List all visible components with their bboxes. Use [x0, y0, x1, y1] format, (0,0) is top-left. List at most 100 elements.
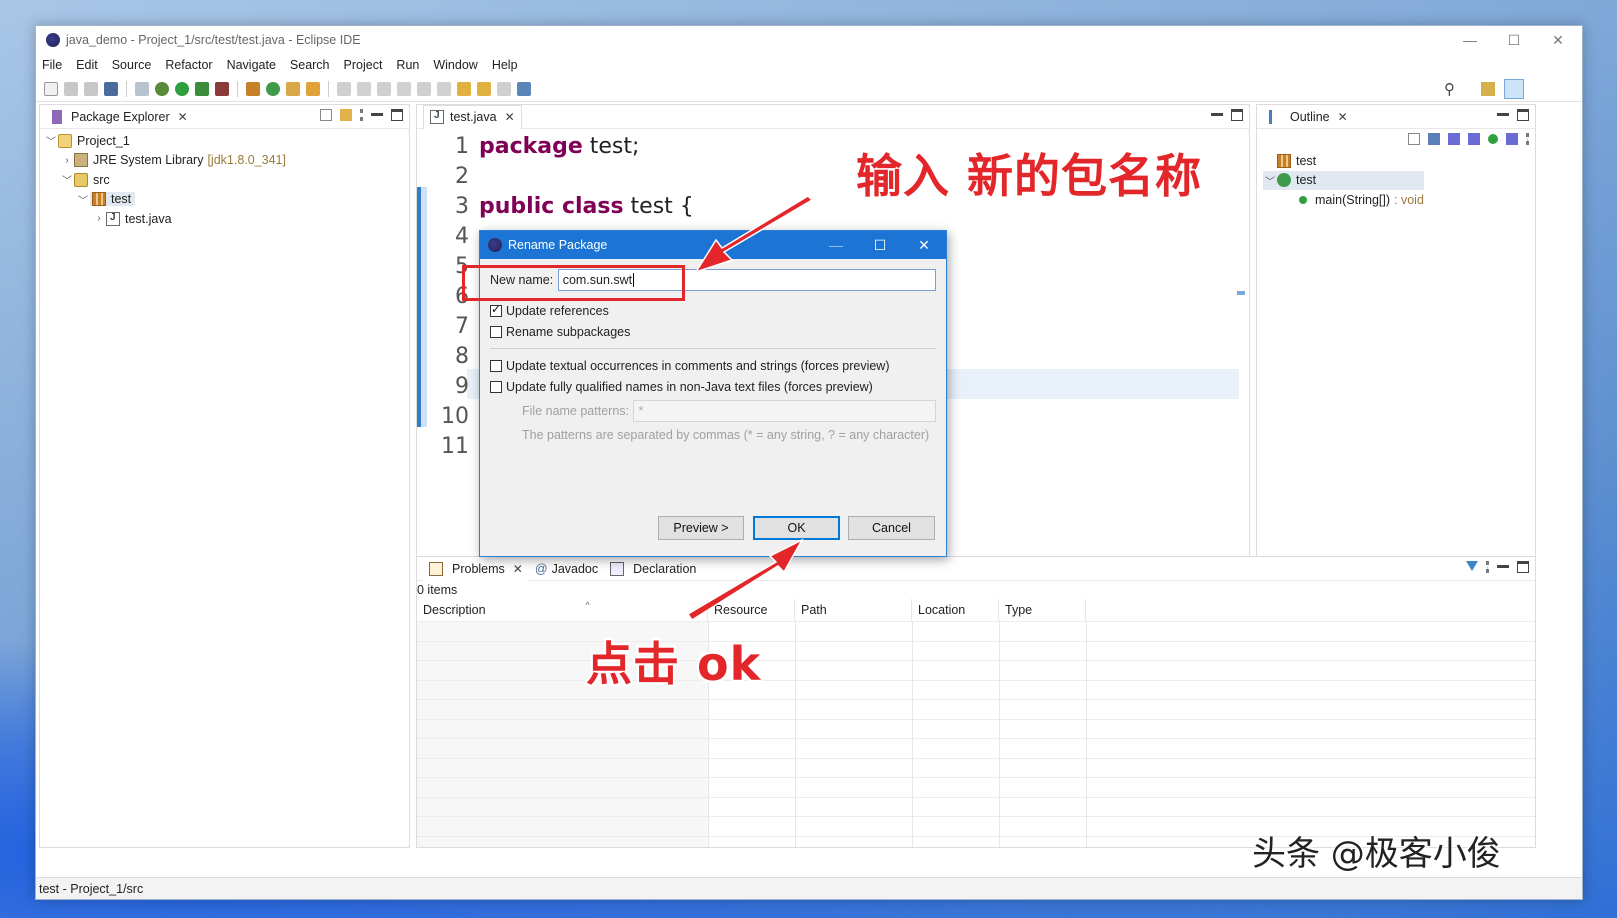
dialog-maximize-button[interactable]: ☐ [858, 231, 902, 259]
tree-src[interactable]: ﹀ src [40, 170, 409, 190]
chevron-right-icon[interactable]: › [60, 155, 74, 166]
menu-source[interactable]: Source [112, 58, 152, 72]
preview-button[interactable]: Preview > [658, 516, 744, 540]
next-annotation-icon[interactable] [417, 81, 431, 96]
save-icon[interactable] [64, 81, 78, 96]
column-description[interactable]: Description ^ [417, 599, 708, 621]
tab-javadoc[interactable]: @ Javadoc [529, 557, 604, 581]
menu-edit[interactable]: Edit [76, 58, 98, 72]
tab-outline[interactable]: Outline ✕ [1263, 105, 1354, 129]
update-textual-checkbox[interactable] [490, 359, 502, 372]
last-edit-icon[interactable] [457, 81, 471, 96]
close-icon[interactable]: ✕ [1338, 110, 1348, 124]
update-qualified-checkbox[interactable] [490, 380, 502, 393]
new-class-icon[interactable] [266, 81, 280, 96]
maximize-button[interactable]: ☐ [1492, 26, 1536, 54]
minimize-view-icon[interactable] [1497, 113, 1509, 116]
update-textual-option[interactable]: Update textual occurrences in comments a… [490, 355, 936, 376]
tab-declaration[interactable]: Declaration [604, 557, 702, 581]
java-perspective-icon[interactable] [1504, 79, 1524, 99]
external-tools-icon[interactable] [215, 81, 229, 96]
menu-run[interactable]: Run [396, 58, 419, 72]
chevron-down-icon[interactable]: ﹀ [60, 172, 74, 187]
close-icon[interactable]: ✕ [513, 562, 523, 576]
show-whitespace-icon[interactable] [397, 81, 411, 96]
menu-refactor[interactable]: Refactor [165, 58, 212, 72]
chevron-right-icon[interactable]: › [92, 213, 106, 224]
update-references-option[interactable]: Update references [490, 300, 936, 321]
rename-subpackages-checkbox[interactable] [490, 325, 502, 338]
view-menu-icon[interactable] [1486, 561, 1489, 573]
hide-fields-icon[interactable] [1448, 133, 1460, 145]
column-type[interactable]: Type [999, 599, 1086, 621]
close-icon[interactable]: ✕ [178, 110, 188, 124]
new-package-icon[interactable] [246, 81, 260, 96]
column-location[interactable]: Location [912, 599, 999, 621]
outline-method[interactable]: main(String[]) : void [1263, 190, 1424, 210]
block-selection-icon[interactable] [377, 81, 391, 96]
editor-vertical-scrollbar[interactable] [1233, 131, 1247, 545]
new-icon[interactable] [44, 81, 58, 96]
menu-window[interactable]: Window [433, 58, 477, 72]
maximize-view-icon[interactable] [1231, 109, 1243, 121]
search-icon[interactable]: ⚲ [1444, 80, 1455, 98]
column-resource[interactable]: Resource [708, 599, 795, 621]
maximize-view-icon[interactable] [391, 109, 403, 121]
tab-problems[interactable]: Problems ✕ [423, 556, 529, 581]
back-icon[interactable] [477, 81, 491, 96]
minimize-button[interactable]: — [1448, 26, 1492, 54]
tab-package-explorer[interactable]: Package Explorer ✕ [46, 105, 194, 129]
minimize-view-icon[interactable] [371, 113, 383, 116]
menu-project[interactable]: Project [344, 58, 383, 72]
previous-annotation-icon[interactable] [437, 81, 451, 96]
run-icon[interactable] [175, 81, 189, 96]
hide-nonpublic-icon[interactable] [1488, 134, 1498, 144]
debug-icon[interactable] [155, 81, 169, 96]
menu-search[interactable]: Search [290, 58, 330, 72]
tree-jre[interactable]: › JRE System Library [jdk1.8.0_341] [40, 151, 409, 171]
sort-icon[interactable] [1428, 133, 1440, 145]
pin-editor-icon[interactable] [517, 81, 531, 96]
outline-class[interactable]: ﹀ test [1263, 170, 1424, 190]
ok-button[interactable]: OK [753, 516, 840, 540]
chevron-down-icon[interactable]: ﹀ [44, 133, 58, 148]
tab-test-java[interactable]: test.java ✕ [423, 104, 522, 129]
maximize-view-icon[interactable] [1517, 109, 1529, 121]
view-menu-icon[interactable] [360, 109, 363, 121]
open-perspective-icon[interactable] [1481, 82, 1495, 96]
menu-help[interactable]: Help [492, 58, 518, 72]
collapse-all-icon[interactable] [320, 109, 332, 121]
maximize-view-icon[interactable] [1517, 561, 1529, 573]
filter-icon[interactable] [1466, 561, 1478, 573]
coverage-icon[interactable] [195, 81, 209, 96]
skip-breakpoints-icon[interactable] [135, 81, 149, 96]
close-button[interactable]: ✕ [1536, 26, 1580, 54]
update-references-checkbox[interactable] [490, 302, 502, 317]
cancel-button[interactable]: Cancel [848, 516, 935, 540]
collapse-all-icon[interactable] [1408, 133, 1420, 145]
close-icon[interactable]: ✕ [505, 110, 515, 124]
column-path[interactable]: Path [795, 599, 912, 621]
search-toolbar-icon[interactable] [306, 81, 320, 96]
highlight-icon[interactable] [357, 81, 371, 96]
update-qualified-option[interactable]: Update fully qualified names in non-Java… [490, 376, 936, 397]
outline-package[interactable]: test [1263, 151, 1424, 171]
hide-local-types-icon[interactable] [1506, 133, 1518, 145]
tree-file[interactable]: › test.java [40, 209, 409, 229]
menu-navigate[interactable]: Navigate [227, 58, 276, 72]
tree-project[interactable]: ﹀ Project_1 [40, 131, 409, 151]
chevron-down-icon[interactable]: ﹀ [76, 192, 90, 207]
view-menu-icon[interactable] [1526, 133, 1529, 145]
minimize-view-icon[interactable] [1497, 565, 1509, 568]
hide-static-icon[interactable] [1468, 133, 1480, 145]
save-all-icon[interactable] [84, 81, 98, 96]
link-with-editor-icon[interactable] [340, 109, 352, 121]
terminal-icon[interactable] [104, 81, 118, 96]
tree-package[interactable]: ﹀ test [40, 190, 409, 210]
forward-icon[interactable] [497, 81, 511, 96]
rename-subpackages-option[interactable]: Rename subpackages [490, 321, 936, 342]
minimize-view-icon[interactable] [1211, 113, 1223, 116]
dialog-close-button[interactable]: ✕ [902, 231, 946, 259]
menu-file[interactable]: File [42, 58, 62, 72]
open-type-icon[interactable] [286, 81, 300, 96]
